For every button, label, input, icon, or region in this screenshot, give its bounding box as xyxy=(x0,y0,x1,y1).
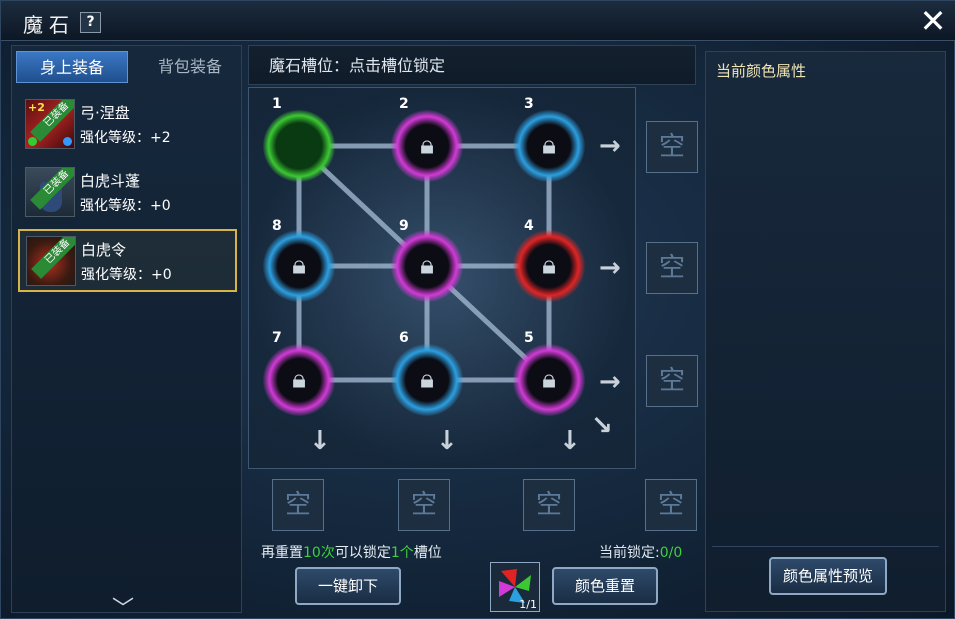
empty-result-slot: 空 xyxy=(646,121,698,173)
slot-7[interactable]: 🔒︎ xyxy=(263,344,335,416)
arrow-down-icon: ↓ xyxy=(436,426,458,456)
unequip-all-button[interactable]: 一键卸下 xyxy=(295,567,401,605)
slot-number: 7 xyxy=(272,330,282,346)
arrow-down-icon: ↓ xyxy=(309,426,331,456)
equipment-item-token[interactable]: 已装备 白虎令 强化等级：+0 xyxy=(18,229,237,292)
lock-icon: 🔒︎ xyxy=(420,364,434,395)
slot-header: 魔石槽位：点击槽位锁定 xyxy=(248,45,696,85)
equipment-name: 白虎斗蓬 xyxy=(80,172,141,190)
slot-3[interactable]: 🔒︎ xyxy=(513,110,585,182)
slot-5[interactable]: 🔒︎ xyxy=(513,344,585,416)
empty-result-slot: 空 xyxy=(646,242,698,294)
slot-1[interactable] xyxy=(263,110,335,182)
slot-6[interactable]: 🔒︎ xyxy=(391,344,463,416)
divider xyxy=(712,546,939,547)
equipment-panel: 身上装备 背包装备 已装备 +2 弓·涅盘 强化等级：+2 已装备 白虎斗蓬 强… xyxy=(11,45,242,619)
slot-number: 2 xyxy=(399,96,409,112)
chevron-down-icon[interactable]: ﹀ xyxy=(112,591,134,619)
magic-stone-window: 魔石 ? ✕ 身上装备 背包装备 已装备 +2 弓·涅盘 强化等级：+2 已装备… xyxy=(0,0,955,619)
lock-icon: 🔒︎ xyxy=(542,364,556,395)
arrow-diagonal-icon: ↘ xyxy=(591,411,613,441)
color-reset-button[interactable]: 颜色重置 xyxy=(552,567,658,605)
arrow-down-icon: ↓ xyxy=(559,426,581,456)
slot-number: 8 xyxy=(272,218,282,234)
token-icon: 已装备 xyxy=(26,236,76,286)
slot-9[interactable]: 🔒︎ xyxy=(391,230,463,302)
lock-icon: 🔒︎ xyxy=(542,130,556,161)
empty-result-slot: 空 xyxy=(272,479,324,531)
arrow-right-icon: → xyxy=(599,131,621,161)
help-button[interactable]: ? xyxy=(80,12,101,33)
empty-result-slot: 空 xyxy=(523,479,575,531)
slot-number: 4 xyxy=(524,218,534,234)
arrow-right-icon: → xyxy=(599,253,621,283)
lock-icon: 🔒︎ xyxy=(420,250,434,281)
window-title: 魔石 xyxy=(23,13,75,37)
tab-bag-equipment[interactable]: 背包装备 xyxy=(134,51,246,83)
cloak-icon: 已装备 xyxy=(25,167,75,217)
lock-icon: 🔒︎ xyxy=(292,364,306,395)
slot-number: 6 xyxy=(399,330,409,346)
color-stone-item[interactable]: 1/1 xyxy=(490,562,540,612)
slot-number: 3 xyxy=(524,96,534,112)
color-attribute-panel: 当前颜色属性 颜色属性预览 xyxy=(705,51,946,612)
slot-grid: 1 🔒︎ 2 🔒︎ 3 🔒︎ 4 🔒︎ 5 🔒︎ 6 🔒︎ 7 🔒︎ 8 🔒︎ … xyxy=(248,87,636,469)
equipped-badge: 已装备 xyxy=(31,237,75,279)
equipment-item-cloak[interactable]: 已装备 白虎斗蓬 强化等级：+0 xyxy=(18,161,237,224)
empty-result-slot: 空 xyxy=(645,479,697,531)
equipment-level: 强化等级：+0 xyxy=(81,267,172,283)
equipment-name: 弓·涅盘 xyxy=(80,104,130,122)
arrow-right-icon: → xyxy=(599,367,621,397)
item-count: 1/1 xyxy=(519,598,537,611)
equipment-level: 强化等级：+2 xyxy=(80,130,171,146)
color-preview-button[interactable]: 颜色属性预览 xyxy=(769,557,887,595)
tab-worn-equipment[interactable]: 身上装备 xyxy=(16,51,128,83)
reset-info: 再重置10次可以锁定1个槽位 xyxy=(261,545,442,561)
title-bar: 魔石 ? ✕ xyxy=(1,1,955,41)
slot-2[interactable]: 🔒︎ xyxy=(391,110,463,182)
lock-icon: 🔒︎ xyxy=(420,130,434,161)
lock-icon: 🔒︎ xyxy=(542,250,556,281)
slot-4[interactable]: 🔒︎ xyxy=(513,230,585,302)
blue-gem-icon xyxy=(63,137,72,146)
slot-number: 9 xyxy=(399,218,409,234)
lock-icon: 🔒︎ xyxy=(292,250,306,281)
slot-number: 5 xyxy=(524,330,534,346)
equipment-name: 白虎令 xyxy=(81,241,127,259)
slot-number: 1 xyxy=(272,96,282,112)
green-gem-icon xyxy=(28,137,37,146)
close-icon[interactable]: ✕ xyxy=(916,5,950,38)
empty-result-slot: 空 xyxy=(398,479,450,531)
lock-count: 当前锁定:0/0 xyxy=(599,545,683,561)
equipment-level: 强化等级：+0 xyxy=(80,198,171,214)
empty-result-slot: 空 xyxy=(646,355,698,407)
slot-8[interactable]: 🔒︎ xyxy=(263,230,335,302)
panel-title: 当前颜色属性 xyxy=(716,62,807,80)
level-tag: +2 xyxy=(28,101,45,114)
bow-icon: 已装备 +2 xyxy=(25,99,75,149)
equipment-item-bow[interactable]: 已装备 +2 弓·涅盘 强化等级：+2 xyxy=(18,93,237,156)
